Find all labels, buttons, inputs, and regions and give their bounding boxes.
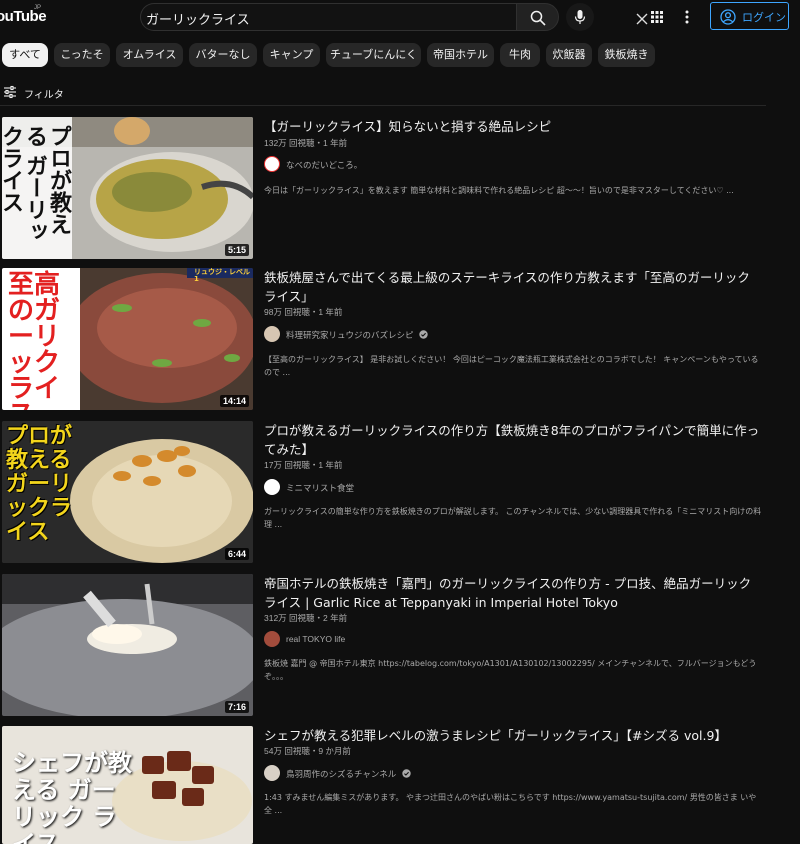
channel-name[interactable]: 料理研究家リュウジのバズレシピ xyxy=(286,329,428,341)
filter-row: フィルタ xyxy=(0,82,766,106)
video-thumbnail[interactable]: 7:16 xyxy=(2,574,253,716)
filter-chips-bar: すべて こったそ オムライス バターなし キャンプ チューブにんにく 帝国ホテル… xyxy=(0,43,800,69)
region-label: JP xyxy=(34,5,42,11)
chip-kottaso[interactable]: こったそ xyxy=(54,43,110,67)
thumbnail-badge: リュウジ・レベル1 xyxy=(194,268,250,283)
duration-badge: 7:16 xyxy=(224,701,249,713)
verified-badge-icon xyxy=(401,769,411,778)
channel-name[interactable]: なべのだいどころ。 xyxy=(286,159,362,171)
view-count-and-date: 17万 回視聴・1 年前 xyxy=(264,460,343,470)
account-icon xyxy=(720,9,736,25)
view-count-and-date: 98万 回視聴・1 年前 xyxy=(264,307,343,317)
video-result[interactable]: 7:16 帝国ホテルの鉄板焼き「嘉門」のガーリックライスの作り方 - プロ技、絶… xyxy=(0,574,800,716)
thumbnail-caption: シェフが教える ガーリック ライス xyxy=(12,749,132,844)
microphone-icon xyxy=(574,10,586,24)
view-count-and-date: 54万 回視聴・9 か月前 xyxy=(264,746,351,756)
filter-icon[interactable] xyxy=(3,85,17,99)
chip-omurice[interactable]: オムライス xyxy=(116,43,183,67)
video-description: 今日は「ガーリックライス」を教えます 簡単な材料と調味料で作れる絶品レシピ 超〜… xyxy=(264,186,734,195)
duration-badge: 5:15 xyxy=(224,244,249,256)
channel-avatar[interactable] xyxy=(264,479,280,495)
filter-label[interactable]: フィルタ xyxy=(24,86,64,101)
channel-avatar[interactable] xyxy=(264,326,280,342)
chip-rice-cooker[interactable]: 炊飯器 xyxy=(546,43,592,67)
search-input[interactable]: ガーリックライス xyxy=(140,3,648,31)
thumbnail-image xyxy=(2,574,253,716)
chip-beef[interactable]: 牛肉 xyxy=(500,43,540,67)
video-title[interactable]: シェフが教える犯罪レベルの激うまレシピ「ガーリックライス」【#シズる vol.9… xyxy=(264,726,760,745)
duration-badge: 14:14 xyxy=(219,395,249,407)
video-thumbnail[interactable]: 至高のガーリックライス リュウジ・レベル1 14:14 xyxy=(2,268,253,410)
search-button[interactable] xyxy=(516,3,559,31)
video-title[interactable]: プロが教えるガーリックライスの作り方【鉄板焼き8年のプロがフライパンで簡単に作っ… xyxy=(264,421,760,459)
video-description: ガーリックライスの簡単な作り方を鉄板焼きのプロが解説します。 このチャンネルでは… xyxy=(264,507,762,529)
chip-camp[interactable]: キャンプ xyxy=(263,43,320,67)
search-icon xyxy=(530,10,546,26)
voice-search-button[interactable] xyxy=(566,3,594,31)
chip-all[interactable]: すべて xyxy=(2,43,48,67)
channel-avatar[interactable] xyxy=(264,156,280,172)
channel-name[interactable]: ミニマリスト食堂 xyxy=(286,482,354,494)
duration-badge: 6:44 xyxy=(224,548,249,560)
video-result[interactable]: シェフが教える ガーリック ライス シェフが教える犯罪レベルの激うまレシピ「ガー… xyxy=(0,726,800,844)
login-label: ログイン xyxy=(742,12,786,24)
video-title[interactable]: 帝国ホテルの鉄板焼き「嘉門」のガーリックライスの作り方 - プロ技、絶品ガーリッ… xyxy=(264,574,760,612)
video-description: 【至高のガーリックライス】 是非お試しください！ 今回はピーコック魔法瓶工業株式… xyxy=(264,355,759,377)
video-description: 1:43 すみません編集ミスがあります。 やまつ辻田さんのやばい粉はこちらです … xyxy=(264,793,757,815)
video-thumbnail[interactable]: プロが教える ガーリックライス 6:44 xyxy=(2,421,253,563)
channel-avatar[interactable] xyxy=(264,765,280,781)
view-count-and-date: 132万 回視聴・1 年前 xyxy=(264,138,348,148)
video-title[interactable]: 鉄板焼屋さんで出てくる最上級のステーキライスの作り方教えます「至高のガーリックラ… xyxy=(264,268,760,306)
video-result[interactable]: プロが教える ガーリックライス 6:44 プロが教えるガーリックライスの作り方【… xyxy=(0,421,800,563)
verified-badge-icon xyxy=(419,330,428,339)
chip-tube-garlic[interactable]: チューブにんにく xyxy=(326,43,421,67)
video-result[interactable]: プロが教える ガーリックライス 5:15 【ガーリックライス】知らないと損する絶… xyxy=(0,117,800,259)
video-thumbnail[interactable]: シェフが教える ガーリック ライス xyxy=(2,726,253,844)
thumbnail-caption: プロが教える ガーリックライス xyxy=(2,125,71,243)
search-query-text: ガーリックライス xyxy=(146,12,250,27)
chip-teppanyaki[interactable]: 鉄板焼き xyxy=(598,43,655,67)
video-result[interactable]: 至高のガーリックライス リュウジ・レベル1 14:14 鉄板焼屋さんで出てくる最… xyxy=(0,268,800,410)
view-count-and-date: 312万 回視聴・2 年前 xyxy=(264,613,348,623)
apps-grid-icon[interactable] xyxy=(650,10,664,24)
clear-icon[interactable] xyxy=(635,12,649,26)
chip-imperial-hotel[interactable]: 帝国ホテル xyxy=(427,43,494,67)
channel-name[interactable]: real TOKYO life xyxy=(286,634,345,644)
channel-name[interactable]: 鳥羽周作のシズるチャンネル xyxy=(286,768,411,780)
chip-butter-free[interactable]: バターなし xyxy=(189,43,257,67)
channel-avatar[interactable] xyxy=(264,631,280,647)
thumbnail-caption: プロが教える ガーリックライス xyxy=(6,424,73,545)
more-options-icon[interactable] xyxy=(684,9,690,25)
video-thumbnail[interactable]: プロが教える ガーリックライス 5:15 xyxy=(2,117,253,259)
login-button[interactable]: ログイン xyxy=(710,2,789,30)
video-title[interactable]: 【ガーリックライス】知らないと損する絶品レシピ xyxy=(264,117,760,136)
top-bar: ouTube JP ガーリックライス ログイン xyxy=(0,0,800,36)
thumbnail-caption: 至高のガーリックライス xyxy=(8,270,61,410)
video-description: 鉄板焼 嘉門 @ 帝国ホテル東京 https://tabelog.com/tok… xyxy=(264,659,757,681)
